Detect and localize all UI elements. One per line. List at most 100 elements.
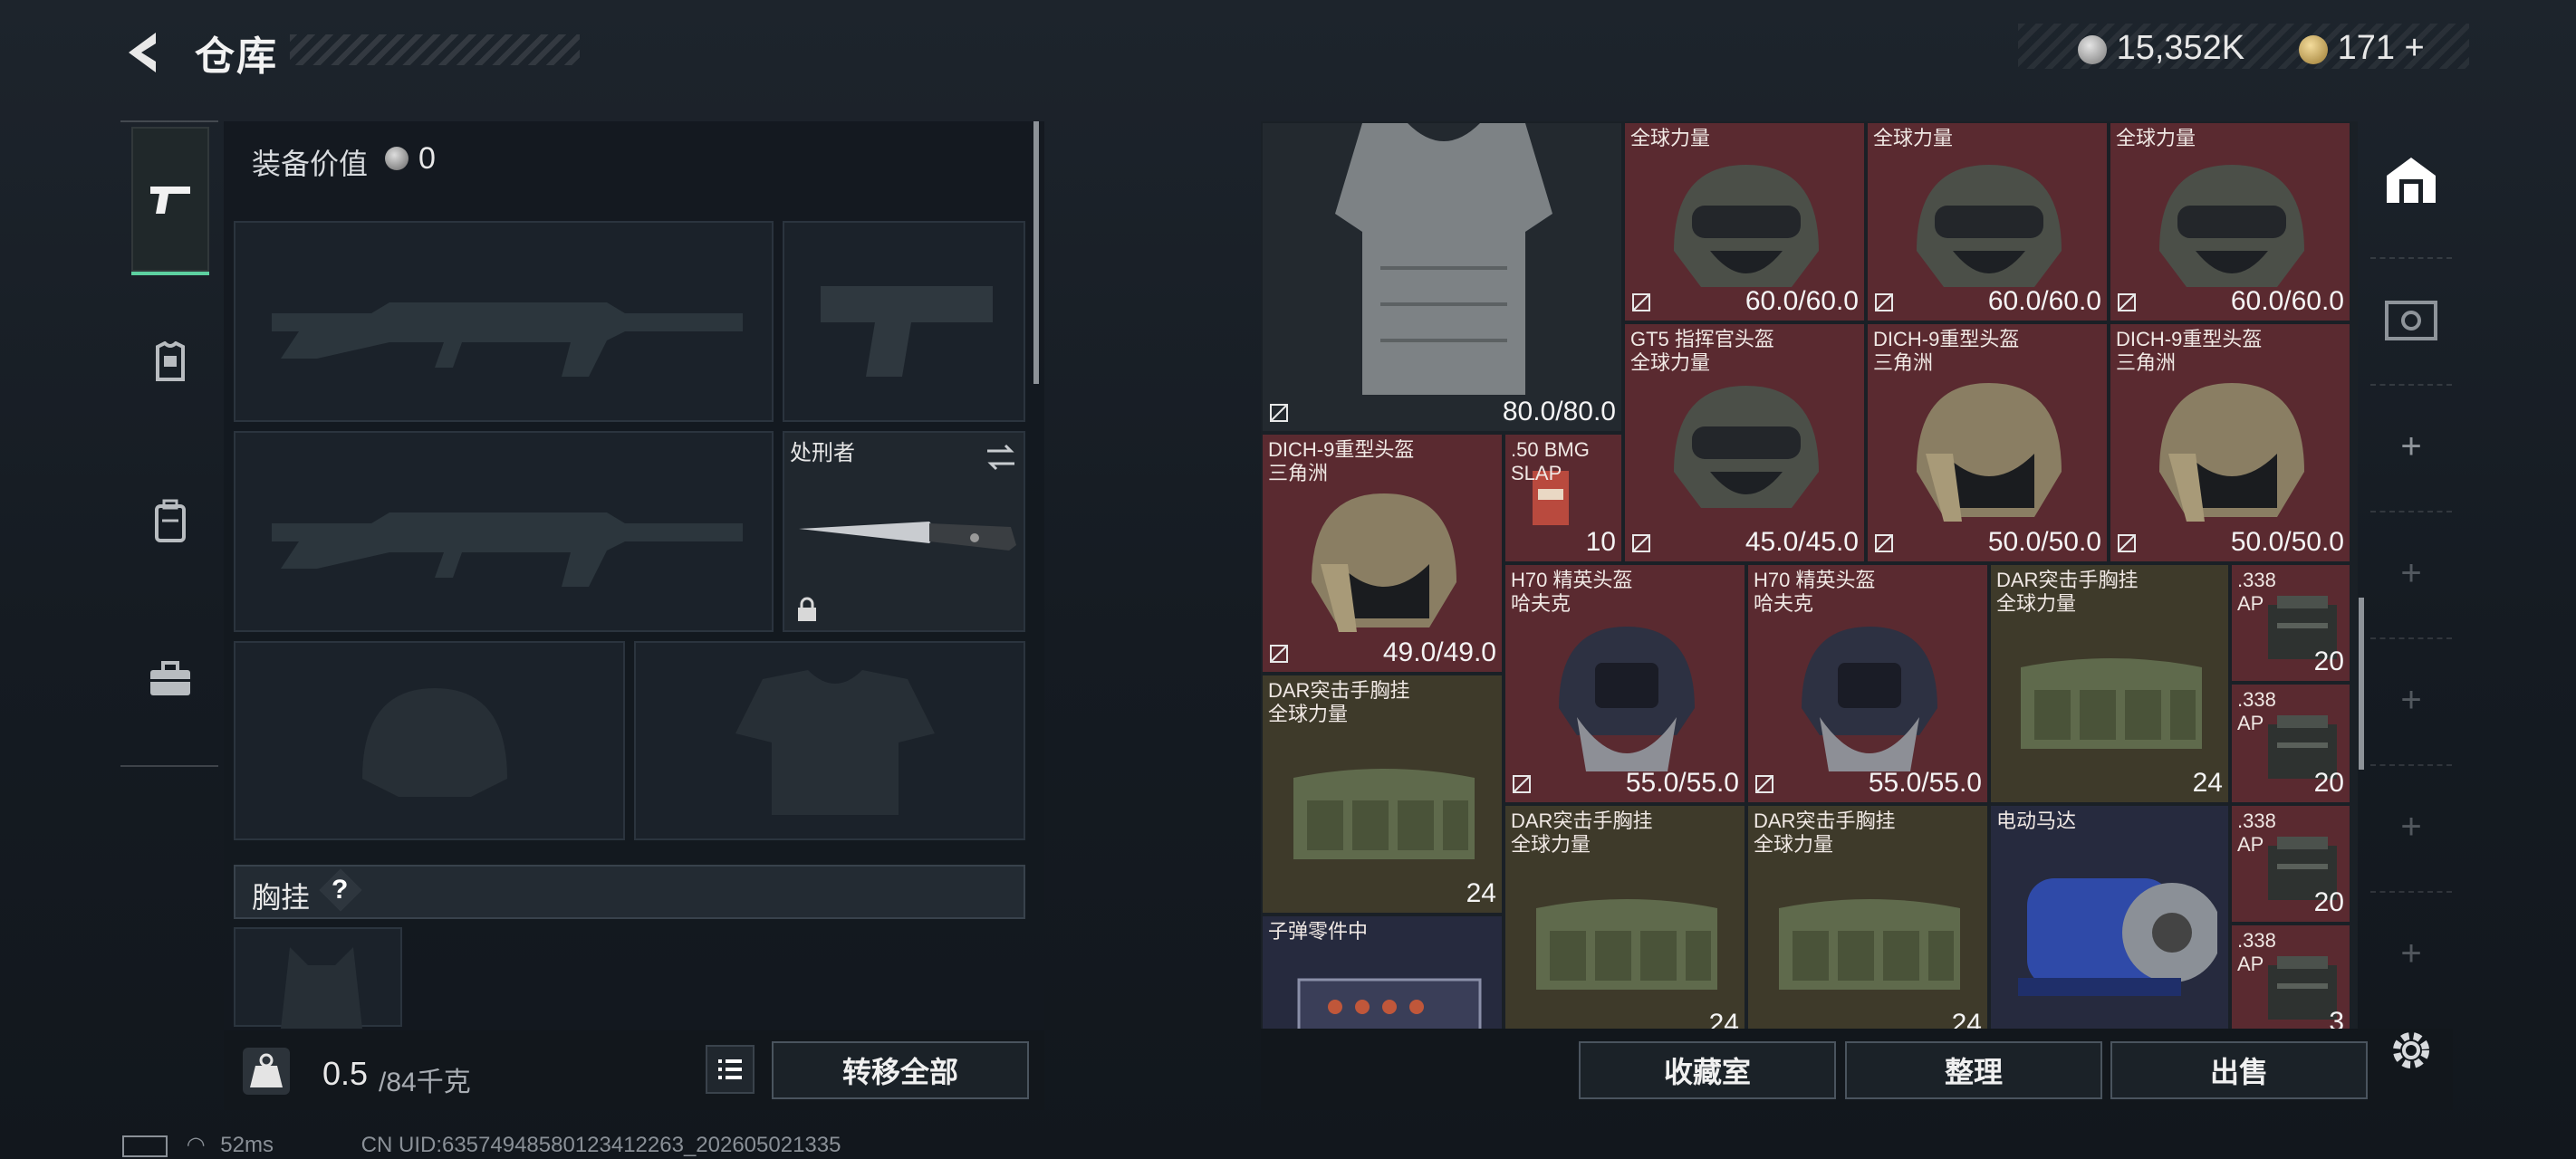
item-name: DAR突击手胸挂 全球力量 — [1511, 809, 1653, 856]
inventory-item[interactable]: H70 精英头盔 哈夫克 55.0/55.0 — [1504, 563, 1746, 804]
inventory-item[interactable]: 子弹零件中 — [1261, 915, 1504, 1029]
item-name: 全球力量 — [1873, 127, 1954, 149]
item-durability: 20 — [2313, 768, 2344, 798]
storage-tab-2[interactable] — [2370, 257, 2452, 380]
chest-rig-icon — [1779, 899, 1960, 990]
add-storage-slot-2[interactable]: + — [2370, 511, 2452, 634]
item-durability: 55.0/55.0 — [1868, 768, 1982, 798]
silver-coin-icon — [385, 147, 409, 170]
no-insure-icon — [1875, 534, 1893, 552]
inventory-item[interactable]: H70 精英头盔 哈夫克 55.0/55.0 — [1746, 563, 1989, 804]
inventory-scrollbar[interactable] — [2359, 598, 2364, 770]
inventory-item[interactable]: .338 AP 20 — [2230, 563, 2351, 683]
add-storage-slot-3[interactable]: + — [2370, 637, 2452, 761]
item-durability: 45.0/45.0 — [1745, 527, 1859, 557]
item-durability: 10 — [1585, 527, 1616, 557]
tab-weapons[interactable] — [131, 127, 209, 275]
add-storage-slot-5[interactable]: + — [2370, 891, 2452, 1014]
gold-currency[interactable]: 171 + — [2299, 29, 2425, 68]
gear-icon[interactable] — [2384, 1023, 2438, 1078]
storage-tab-active[interactable] — [2370, 121, 2452, 239]
knife-icon — [799, 522, 1016, 551]
item-name: 全球力量 — [2116, 127, 2196, 149]
weight-current: 0.5 — [322, 1055, 369, 1092]
inventory-item[interactable]: DAR突击手胸挂 全球力量 24 — [1261, 674, 1504, 915]
item-durability: 60.0/60.0 — [1745, 286, 1859, 316]
no-insure-icon — [1755, 775, 1773, 793]
inventory-item[interactable]: DICH-9重型头盔 三角洲 49.0/49.0 — [1261, 433, 1504, 674]
currency-bar: 15,352K 171 + — [2018, 24, 2469, 69]
silver-coin-icon — [2078, 34, 2107, 64]
helmet-icon — [1917, 383, 2062, 522]
weight-icon — [243, 1048, 290, 1095]
back-icon[interactable] — [120, 27, 165, 78]
plus-icon: + — [2400, 552, 2422, 593]
inventory-item[interactable]: .50 BMG SLAP 10 — [1504, 433, 1623, 563]
add-gold-icon[interactable]: + — [2405, 29, 2425, 67]
inventory-item[interactable]: DAR突击手胸挂 全球力量 24 — [1504, 804, 1746, 1029]
inventory-item[interactable]: .338 AP 20 — [2230, 804, 2351, 924]
no-insure-icon — [1270, 645, 1288, 663]
status-bar: ◠ 52ms CN UID:63574948580123412263_20260… — [122, 1132, 841, 1158]
item-name: 子弹零件中 — [1268, 920, 1369, 943]
sort-button[interactable]: 整理 — [1845, 1041, 2102, 1099]
helmet-slot[interactable] — [234, 641, 625, 840]
pistol-icon — [821, 286, 993, 377]
chest-rig-slot[interactable] — [234, 927, 402, 1029]
inventory-item[interactable]: 电动马达 — [1989, 804, 2230, 1029]
secondary-weapon-slot[interactable] — [234, 431, 774, 632]
help-icon[interactable]: ? — [332, 875, 348, 905]
inventory-item[interactable]: GT5 指挥官头盔 全球力量 45.0/45.0 — [1623, 322, 1866, 563]
swap-icon[interactable] — [984, 442, 1018, 473]
item-name: DICH-9重型头盔 三角洲 — [1268, 438, 1415, 484]
ping: 52ms — [220, 1133, 274, 1157]
add-storage-slot-4[interactable]: + — [2370, 764, 2452, 887]
gold-amount: 171 — [2337, 29, 2395, 67]
no-insure-icon — [1513, 775, 1531, 793]
item-durability: 24 — [1708, 1009, 1739, 1029]
collection-button[interactable]: 收藏室 — [1579, 1041, 1836, 1099]
inventory-item[interactable]: DICH-9重型头盔 三角洲 50.0/50.0 — [2109, 322, 2351, 563]
equipment-value-label: 装备价值 — [252, 148, 369, 180]
item-durability: 24 — [1951, 1009, 1982, 1029]
tab-gear[interactable] — [131, 290, 209, 435]
title-stripe — [290, 34, 580, 65]
tab-toolbox[interactable] — [131, 607, 209, 752]
item-name: .338 AP — [2237, 688, 2276, 734]
inventory-item[interactable]: DAR突击手胸挂 全球力量 24 — [1746, 804, 1989, 1029]
rifle-icon — [272, 512, 743, 587]
inventory-item[interactable]: .338 AP 3 — [2230, 924, 2351, 1029]
inventory-item[interactable]: 全球力量 60.0/60.0 — [1866, 121, 2109, 322]
primary-weapon-slot[interactable] — [234, 221, 774, 422]
item-name: DICH-9重型头盔 三角洲 — [1873, 328, 2020, 374]
silver-currency: 15,352K — [2078, 29, 2244, 68]
backpack-icon — [155, 499, 186, 542]
inventory-item[interactable]: 80.0/80.0 — [1261, 121, 1623, 433]
equipment-value: 0 — [418, 141, 436, 176]
add-storage-slot-1[interactable]: + — [2370, 384, 2452, 507]
equipment-scrollbar[interactable] — [1033, 121, 1039, 384]
wifi-icon: ◠ — [186, 1133, 206, 1157]
inventory-item[interactable]: .338 AP 20 — [2230, 683, 2351, 804]
plus-icon: + — [2400, 426, 2422, 466]
no-insure-icon — [1875, 293, 1893, 311]
transfer-all-button[interactable]: 转移全部 — [772, 1041, 1029, 1099]
toolbox-icon — [150, 661, 190, 695]
inventory-grid[interactable]: 80.0/80.0 全球力量 60.0/60.0 全球力量 60.0/60.0 全球力量 6… — [1261, 121, 2358, 1029]
tab-backpack[interactable] — [131, 448, 209, 593]
armor-slot[interactable] — [634, 641, 1025, 840]
item-name: 全球力量 — [1630, 127, 1711, 149]
user-uid: CN UID:63574948580123412263_202605021335 — [360, 1133, 841, 1157]
inventory-item[interactable]: DICH-9重型头盔 三角洲 50.0/50.0 — [1866, 322, 2109, 563]
inventory-item[interactable]: 全球力量 60.0/60.0 — [1623, 121, 1866, 322]
inventory-item[interactable]: 全球力量 60.0/60.0 — [2109, 121, 2351, 322]
helmet-icon — [362, 688, 507, 797]
inventory-item[interactable]: DAR突击手胸挂 全球力量 24 — [1989, 563, 2230, 804]
item-name: DAR突击手胸挂 全球力量 — [1754, 809, 1896, 856]
sell-button[interactable]: 出售 — [2110, 1041, 2368, 1099]
item-durability: 60.0/60.0 — [2230, 286, 2344, 316]
pistol-slot[interactable] — [783, 221, 1025, 422]
silver-amount: 15,352K — [2116, 29, 2245, 67]
no-insure-icon — [1632, 293, 1650, 311]
list-view-button[interactable] — [706, 1045, 755, 1094]
